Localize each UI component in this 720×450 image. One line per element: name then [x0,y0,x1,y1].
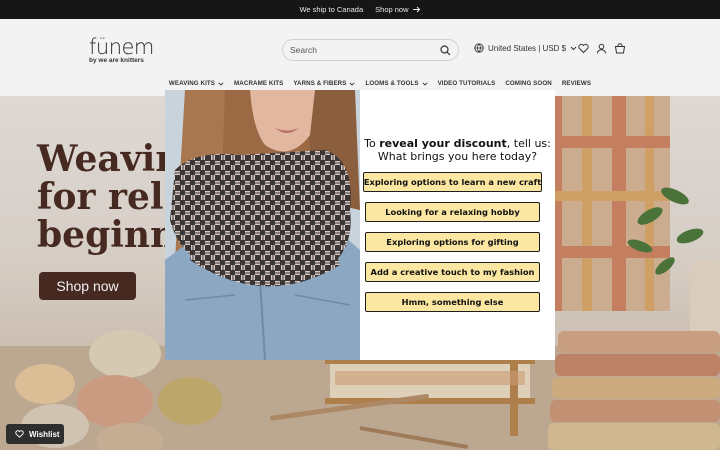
model-scarf-image [165,90,360,360]
search-box[interactable] [282,39,459,61]
heart-icon [15,430,24,438]
nav-item-macrame-kits[interactable]: MACRAME KITS [234,80,283,87]
chevron-down-icon [570,46,577,50]
popup-question: To reveal your discount, tell us: What b… [360,137,555,163]
site-header: fünem by we are knitters United States |… [0,19,720,96]
popup-photo [165,90,360,360]
question-pre: To [364,137,380,150]
nav-item-video-tutorials[interactable]: VIDEO TUTORIALS [438,80,496,87]
announcement-bar: We ship to Canada Shop now [0,0,720,19]
chevron-down-icon [349,81,355,86]
header-icons [578,43,626,54]
nav-label: MACRAME KITS [234,80,284,87]
search-icon[interactable] [440,44,451,56]
announcement-shop-link[interactable]: Shop now [375,5,420,14]
chevron-down-icon [422,81,428,86]
logo-wordmark: fünem [89,35,154,59]
popup-question-line2: What brings you here today? [377,150,538,163]
arrow-right-icon [412,6,420,13]
popup-body: To reveal your discount, tell us: What b… [360,90,555,360]
user-icon[interactable] [596,43,607,54]
nav-item-weaving-kits[interactable]: WEAVING KITS [169,80,224,87]
heart-icon[interactable] [578,43,589,54]
nav-label: YARNS & FIBERS [293,80,347,87]
cart-icon[interactable] [614,43,626,54]
discount-popup: To reveal your discount, tell us: What b… [165,90,555,360]
popup-question-line1: To reveal your discount, tell us: [360,137,555,150]
nav-label: REVIEWS [561,80,592,87]
nav-label: LOOMS & TOOLS [365,80,419,87]
nav-label: WEAVING KITS [168,80,216,87]
question-bold: reveal your discount [379,137,507,150]
option-gifting-button[interactable]: Exploring options for gifting [365,232,540,252]
locale-label: United States | USD $ [488,43,567,53]
option-fashion-button[interactable]: Add a creative touch to my fashion [365,262,540,282]
wishlist-label: Wishlist [29,429,60,439]
main-navigation: WEAVING KITS MACRAME KITS YARNS & FIBERS… [0,80,720,87]
chevron-down-icon [218,81,224,86]
wishlist-button[interactable]: Wishlist [6,424,64,444]
announcement-link-label: Shop now [375,5,409,14]
option-relaxing-hobby-button[interactable]: Looking for a relaxing hobby [365,202,540,222]
search-input[interactable] [290,45,440,55]
nav-label: COMING SOON [505,80,552,87]
announcement-text: We ship to Canada [299,5,364,14]
option-learn-craft-button[interactable]: Exploring options to learn a new craft [363,172,542,192]
nav-item-reviews[interactable]: REVIEWS [562,80,591,87]
option-something-else-button[interactable]: Hmm, something else [365,292,540,312]
locale-selector[interactable]: United States | USD $ [474,43,577,53]
nav-item-looms-tools[interactable]: LOOMS & TOOLS [365,80,428,87]
nav-item-yarns-fibers[interactable]: YARNS & FIBERS [293,80,355,87]
logo-tagline: by we are knitters [89,57,144,64]
globe-icon [474,43,484,53]
nav-item-coming-soon[interactable]: COMING SOON [505,80,551,87]
question-post: , tell us: [506,137,551,150]
nav-label: VIDEO TUTORIALS [437,80,496,87]
brand-logo[interactable]: fünem by we are knitters [89,35,154,67]
